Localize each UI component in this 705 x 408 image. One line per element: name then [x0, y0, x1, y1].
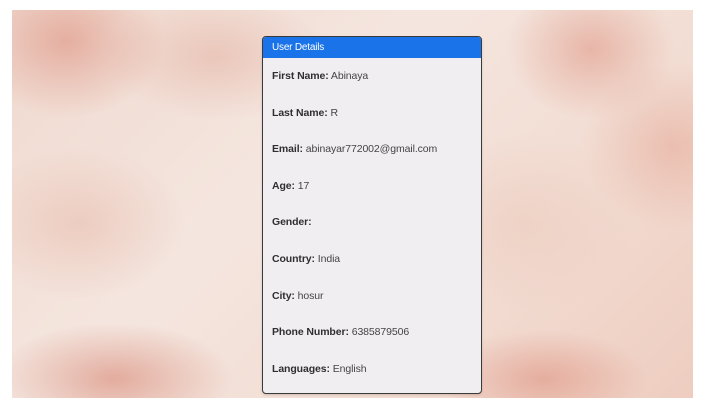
user-details-card: User Details First Name: Abinaya Last Na… [262, 36, 482, 394]
field-languages: Languages: English [272, 351, 472, 388]
field-label: Last Name: [272, 106, 328, 119]
card-body: First Name: Abinaya Last Name: R Email: … [263, 58, 481, 387]
field-age: Age: 17 [272, 168, 472, 205]
field-value: abinayar772002@gmail.com [305, 143, 438, 156]
field-gender: Gender: [272, 204, 472, 241]
field-city: City: hosur [272, 278, 472, 315]
field-value: R [330, 106, 338, 119]
field-label: Phone Number: [272, 326, 349, 339]
field-label: Gender: [272, 216, 312, 229]
page-viewport: User Details First Name: Abinaya Last Na… [12, 10, 693, 398]
field-value: India [317, 252, 341, 265]
field-last-name: Last Name: R [272, 95, 472, 132]
field-phone-number: Phone Number: 6385879506 [272, 314, 472, 351]
field-label: First Name: [272, 70, 329, 82]
field-label: Country: [272, 252, 315, 265]
field-country: Country: India [272, 241, 472, 278]
field-label: City: [272, 289, 295, 302]
field-label: Age: [272, 179, 295, 192]
field-value: Abinaya [330, 70, 369, 82]
field-value: English [332, 362, 367, 375]
card-header: User Details [263, 37, 481, 58]
field-email: Email: abinayar772002@gmail.com [272, 131, 472, 168]
field-first-name: First Name: Abinaya [272, 58, 472, 95]
field-label: Languages: [272, 362, 330, 375]
field-value: 6385879506 [351, 326, 410, 339]
field-value: hosur [297, 289, 324, 302]
field-value: 17 [297, 179, 310, 192]
field-label: Email: [272, 143, 303, 156]
